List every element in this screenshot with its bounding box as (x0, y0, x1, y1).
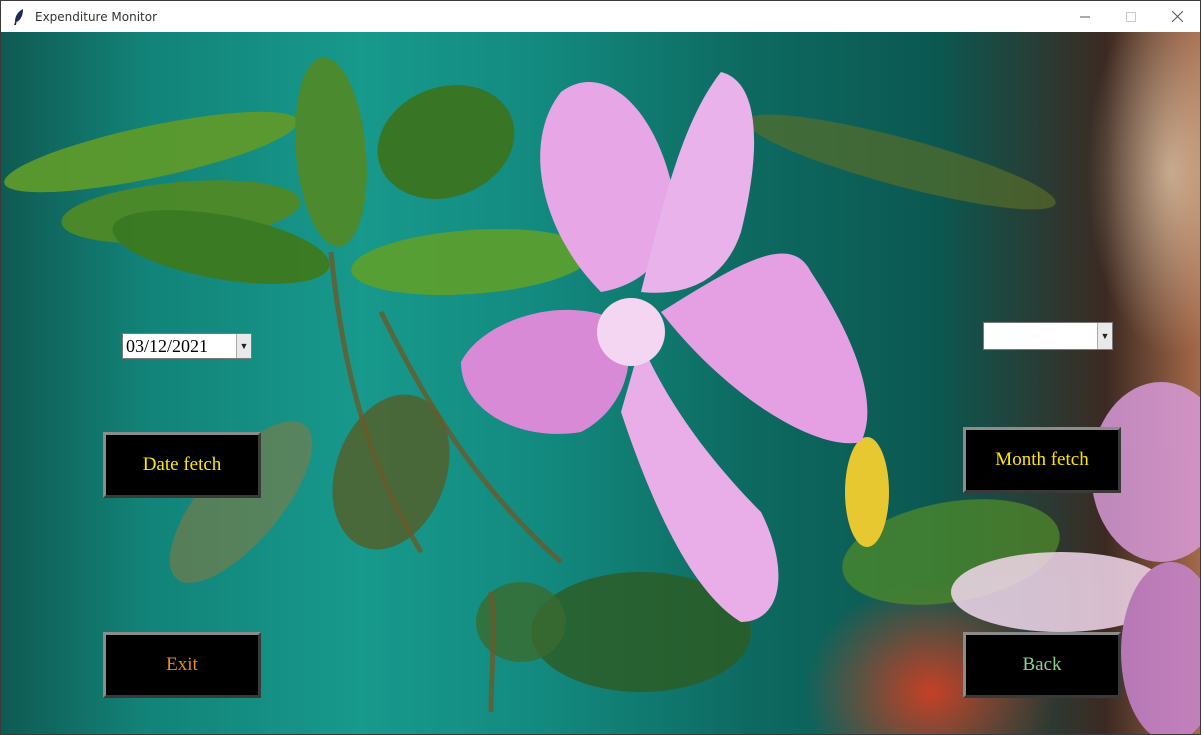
flower-illustration (4, 57, 1200, 734)
month-fetch-label: Month fetch (995, 449, 1089, 470)
chevron-down-icon: ▼ (1100, 331, 1110, 341)
month-dropdown-button[interactable]: ▼ (1097, 323, 1112, 349)
date-picker[interactable]: 03/12/2021 ▼ (122, 333, 252, 359)
date-fetch-label: Date fetch (142, 454, 222, 475)
exit-label: Exit (166, 654, 198, 675)
feather-icon (11, 8, 27, 25)
title-bar: Expenditure Monitor (1, 1, 1200, 32)
month-picker[interactable]: ▼ (983, 322, 1113, 350)
close-icon (1171, 11, 1183, 22)
maximize-button[interactable] (1108, 1, 1154, 32)
app-window: Expenditure Monitor 03/12/2021 ▼ ▼ Date … (0, 0, 1201, 735)
date-dropdown-button[interactable]: ▼ (236, 334, 251, 358)
exit-button[interactable]: Exit (103, 632, 261, 698)
background-image: 03/12/2021 ▼ ▼ Date fetch Month fetch Ex… (1, 32, 1200, 734)
maximize-icon (1126, 11, 1136, 22)
window-title: Expenditure Monitor (35, 9, 158, 24)
window-controls (1062, 1, 1200, 32)
month-fetch-button[interactable]: Month fetch (963, 427, 1121, 493)
back-button[interactable]: Back (963, 632, 1121, 698)
month-picker-value[interactable] (984, 323, 1097, 349)
minimize-button[interactable] (1062, 1, 1108, 32)
date-picker-value[interactable]: 03/12/2021 (123, 334, 236, 358)
back-label: Back (1022, 654, 1062, 675)
chevron-down-icon: ▼ (239, 341, 249, 351)
minimize-icon (1080, 16, 1090, 17)
close-button[interactable] (1154, 1, 1200, 32)
date-fetch-button[interactable]: Date fetch (103, 432, 261, 498)
